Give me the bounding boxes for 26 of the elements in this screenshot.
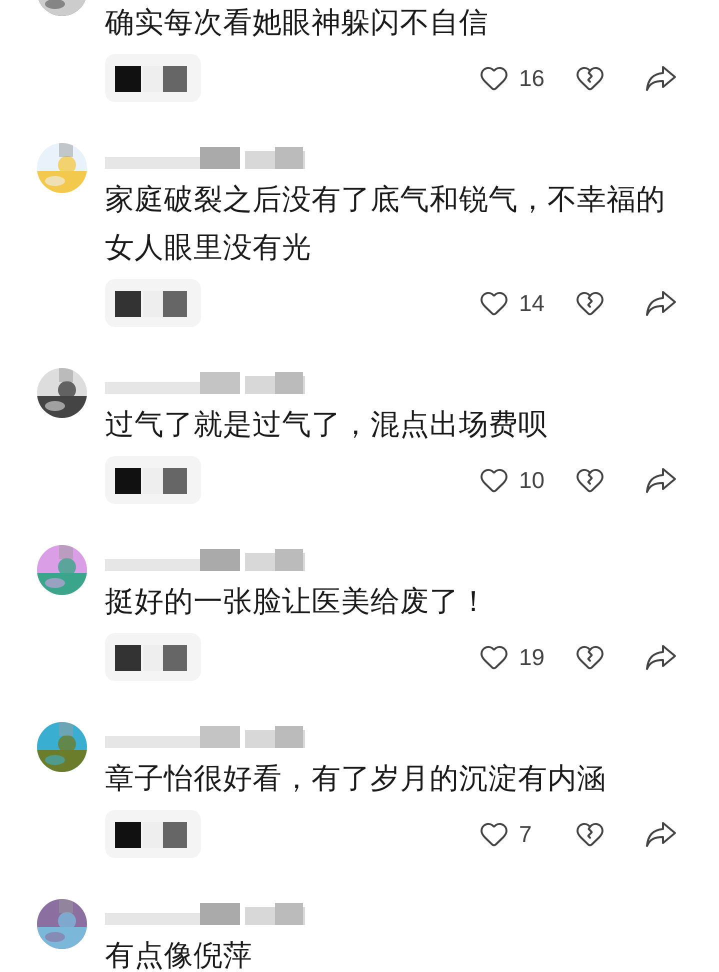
like-count: 16: [518, 64, 546, 92]
comment-text: 挺好的一张脸让医美给废了！: [105, 583, 490, 620]
comment-text: 有点像倪萍: [105, 937, 254, 972]
censor-blocks-icon: [115, 63, 187, 93]
share-icon[interactable]: [645, 289, 677, 317]
like-count: 7: [518, 820, 533, 848]
like-count: 19: [518, 644, 546, 670]
like-count: 14: [518, 290, 546, 316]
censor-blocks-icon: [115, 465, 187, 495]
comment-text: 章子怡很好看，有了岁月的沉淀有内涵: [105, 760, 608, 797]
share-icon[interactable]: [645, 820, 677, 848]
share-icon[interactable]: [645, 643, 677, 671]
comment-text: 过气了就是过气了，混点出场费呗: [105, 406, 548, 443]
comment-text: 家庭破裂之后没有了底气和锐气，不幸福的女人眼里没有光: [105, 181, 666, 266]
censor-blocks-icon: [115, 642, 187, 672]
share-icon[interactable]: [645, 466, 677, 494]
reply-button[interactable]: [105, 279, 201, 327]
reply-button[interactable]: [105, 456, 201, 504]
reply-button[interactable]: [105, 633, 201, 681]
comment-text: 确实每次看她眼神躲闪不自信: [105, 4, 490, 41]
censor-blocks-icon: [115, 288, 187, 318]
like-count: 10: [518, 466, 546, 494]
censor-blocks-icon: [115, 819, 187, 849]
share-icon[interactable]: [645, 64, 677, 92]
reply-button[interactable]: [105, 54, 201, 102]
reply-button[interactable]: [105, 810, 201, 858]
